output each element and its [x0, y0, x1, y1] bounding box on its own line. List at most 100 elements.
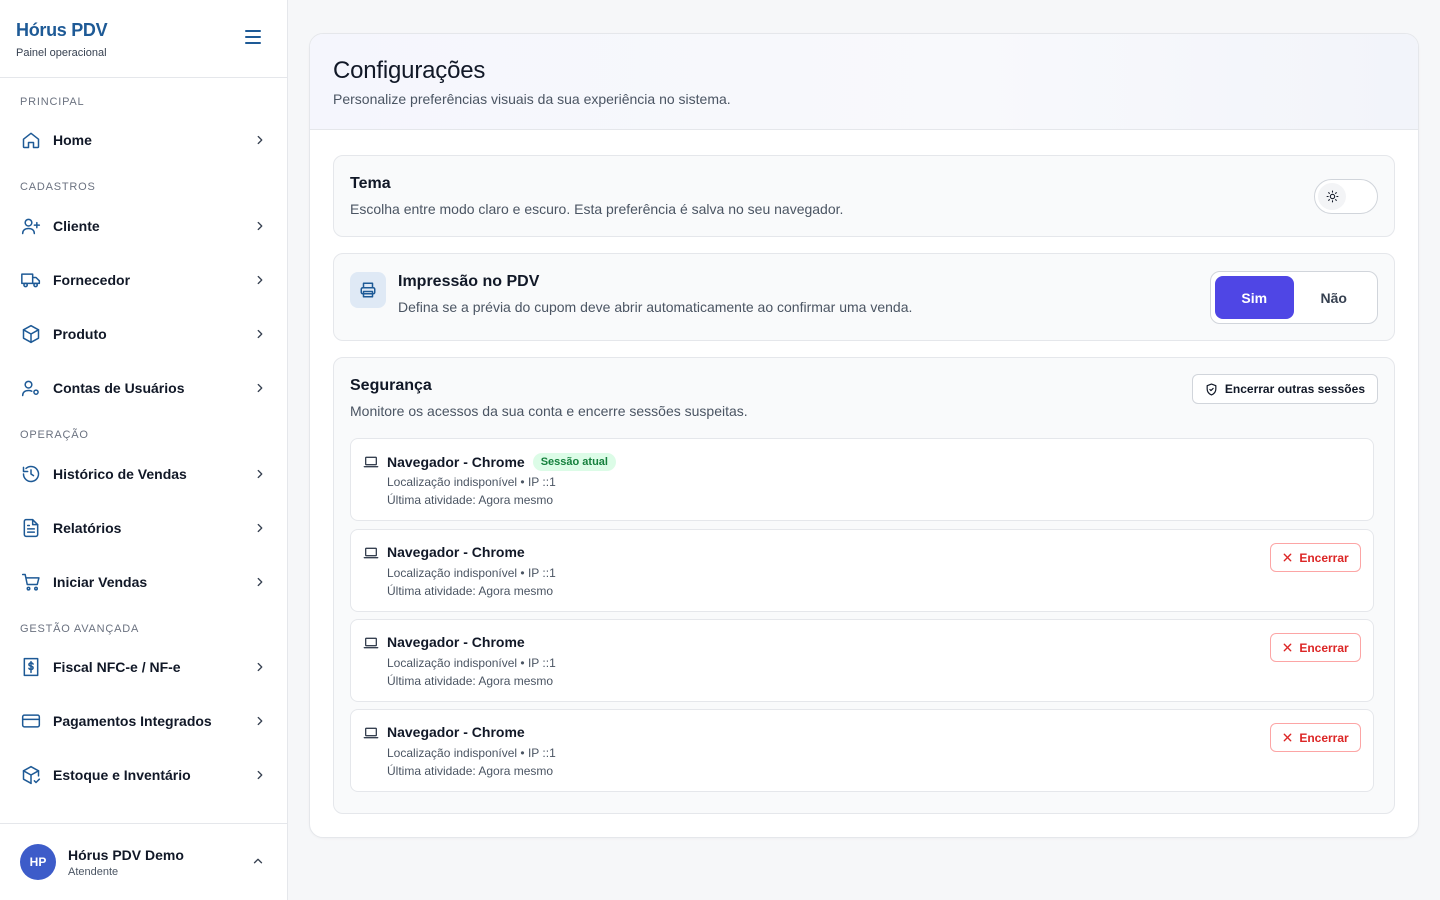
session-location: Localização indisponível • IP ::1	[387, 566, 556, 580]
sidebar-item-relatorios[interactable]: Relatórios	[8, 508, 271, 548]
sidebar-item-iniciar-vendas[interactable]: Iniciar Vendas	[8, 562, 271, 602]
sidebar-nav: PRINCIPAL Home CADASTROS Cliente Fornece…	[0, 78, 287, 823]
sidebar-item-label: Fiscal NFC-e / NF-e	[53, 659, 181, 675]
session-location: Localização indisponível • IP ::1	[387, 656, 556, 670]
theme-description: Escolha entre modo claro e escuro. Esta …	[350, 201, 844, 217]
sidebar-item-label: Estoque e Inventário	[53, 767, 191, 783]
session-name: Navegador - Chrome	[387, 544, 525, 560]
chevron-right-icon	[257, 662, 263, 672]
laptop-icon	[363, 456, 379, 468]
chevron-right-icon	[257, 329, 263, 339]
sidebar-item-label: Produto	[53, 326, 107, 342]
chevron-right-icon	[257, 221, 263, 231]
end-other-sessions-button[interactable]: Encerrar outras sessões	[1191, 374, 1378, 404]
sidebar-item-label: Fornecedor	[53, 272, 131, 288]
current-session-badge: Sessão atual	[532, 453, 616, 471]
page-subtitle: Personalize preferências visuais da sua …	[333, 91, 731, 107]
sidebar-item-pagamentos[interactable]: Pagamentos Integrados	[8, 701, 271, 741]
shield-check-icon	[1206, 382, 1217, 396]
section-label-principal: PRINCIPAL	[20, 96, 85, 108]
x-icon	[1283, 553, 1292, 562]
sidebar-item-fornecedor[interactable]: Fornecedor	[8, 260, 271, 300]
sun-icon	[1318, 183, 1346, 210]
end-session-label: Encerrar	[1299, 550, 1349, 565]
theme-panel: Tema Escolha entre modo claro e escuro. …	[333, 155, 1395, 237]
user-role: Atendente	[68, 865, 119, 878]
sidebar-item-label: Histórico de Vendas	[53, 466, 187, 482]
brand-subtitle: Painel operacional	[16, 47, 107, 59]
page-header: Configurações Personalize preferências v…	[310, 34, 1418, 130]
history-icon	[20, 463, 42, 485]
printing-panel: Impressão no PDV Defina se a prévia do c…	[333, 253, 1395, 341]
chevron-right-icon	[257, 469, 263, 479]
sidebar-item-label: Relatórios	[53, 520, 122, 536]
session-item: Navegador - Chrome Localização indisponí…	[350, 709, 1374, 792]
brand: Hórus PDV Painel operacional	[0, 0, 287, 78]
sidebar-item-contas[interactable]: Contas de Usuários	[8, 368, 271, 408]
cart-icon	[20, 571, 42, 593]
home-icon	[20, 129, 42, 151]
end-session-button[interactable]: Encerrar	[1270, 543, 1361, 572]
session-activity: Última atividade: Agora mesmo	[387, 764, 554, 778]
session-item: Navegador - Chrome Localização indisponí…	[350, 619, 1374, 702]
end-session-label: Encerrar	[1299, 730, 1349, 745]
section-label-operacao: OPERAÇÃO	[20, 429, 89, 441]
sidebar-item-historico[interactable]: Histórico de Vendas	[8, 454, 271, 494]
sidebar-item-home[interactable]: Home	[8, 120, 271, 160]
chevron-right-icon	[257, 577, 263, 587]
session-location: Localização indisponível • IP ::1	[387, 475, 556, 489]
user-cog-icon	[20, 377, 42, 399]
package-check-icon	[20, 764, 42, 786]
truck-icon	[20, 269, 42, 291]
user-menu[interactable]: HP Hórus PDV Demo Atendente	[0, 823, 287, 900]
end-session-button[interactable]: Encerrar	[1270, 633, 1361, 662]
sidebar-item-label: Iniciar Vendas	[53, 574, 148, 590]
session-activity: Última atividade: Agora mesmo	[387, 584, 554, 598]
receipt-dollar-icon	[20, 656, 42, 678]
chevron-right-icon	[257, 770, 263, 780]
avatar: HP	[20, 844, 56, 880]
printing-toggle-group: Sim Não	[1210, 271, 1378, 324]
user-plus-icon	[20, 215, 42, 237]
file-text-icon	[20, 517, 42, 539]
x-icon	[1283, 643, 1292, 652]
printing-yes-button[interactable]: Sim	[1215, 276, 1294, 319]
sidebar: Hórus PDV Painel operacional PRINCIPAL H…	[0, 0, 288, 900]
security-description: Monitore os acessos da sua conta e encer…	[350, 403, 748, 419]
sidebar-item-label: Home	[53, 132, 92, 148]
end-other-sessions-label: Encerrar outras sessões	[1224, 382, 1365, 396]
session-name: Navegador - Chrome	[387, 724, 525, 740]
session-name: Navegador - Chrome	[387, 634, 525, 650]
sidebar-item-fiscal[interactable]: Fiscal NFC-e / NF-e	[8, 647, 271, 687]
chevron-right-icon	[257, 523, 263, 533]
page-title: Configurações	[333, 57, 486, 84]
x-icon	[1283, 733, 1292, 742]
sidebar-item-label: Pagamentos Integrados	[53, 713, 212, 729]
settings-card: Configurações Personalize preferências v…	[309, 33, 1419, 838]
printer-icon	[350, 272, 386, 308]
menu-toggle-icon[interactable]	[245, 30, 261, 46]
session-name-text: Navegador - Chrome	[387, 454, 525, 470]
session-item: Navegador - Chrome Sessão atual Localiza…	[350, 438, 1374, 521]
chevron-right-icon	[257, 275, 263, 285]
session-activity: Última atividade: Agora mesmo	[387, 493, 554, 507]
sidebar-item-cliente[interactable]: Cliente	[8, 206, 271, 246]
laptop-icon	[363, 547, 379, 559]
session-location: Localização indisponível • IP ::1	[387, 746, 556, 760]
sidebar-item-estoque[interactable]: Estoque e Inventário	[8, 755, 271, 795]
section-label-cadastros: CADASTROS	[20, 181, 96, 193]
theme-toggle[interactable]	[1314, 179, 1378, 214]
chevron-right-icon	[257, 383, 263, 393]
user-name: Hórus PDV Demo	[68, 846, 184, 863]
chevron-right-icon	[257, 135, 263, 145]
sidebar-item-label: Cliente	[53, 218, 100, 234]
printing-no-button[interactable]: Não	[1295, 276, 1374, 319]
session-item: Navegador - Chrome Localização indisponí…	[350, 529, 1374, 612]
end-session-label: Encerrar	[1299, 640, 1349, 655]
session-activity: Última atividade: Agora mesmo	[387, 674, 554, 688]
theme-title: Tema	[350, 175, 391, 192]
laptop-icon	[363, 727, 379, 739]
sidebar-item-produto[interactable]: Produto	[8, 314, 271, 354]
end-session-button[interactable]: Encerrar	[1270, 723, 1361, 752]
chevron-right-icon	[257, 716, 263, 726]
